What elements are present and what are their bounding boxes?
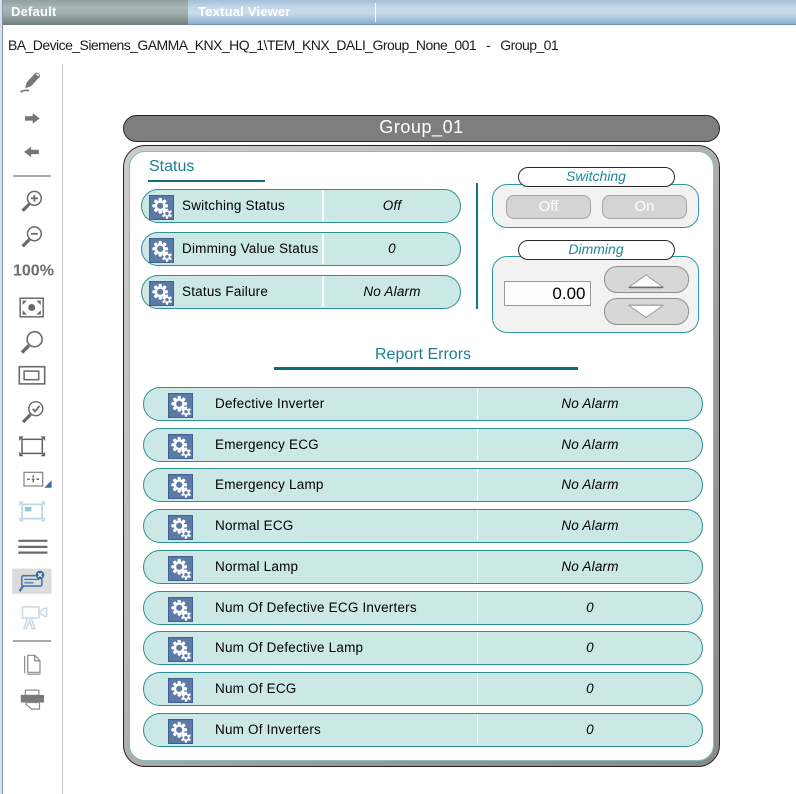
svg-text:100%: 100% — [13, 263, 54, 280]
